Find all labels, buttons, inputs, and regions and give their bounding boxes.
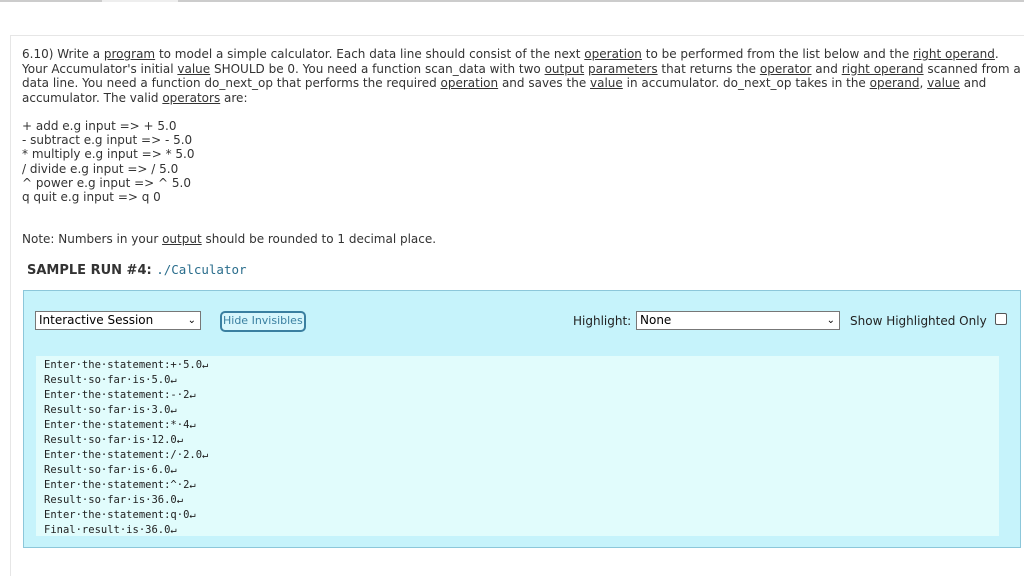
output-line: Result·so·far·is·5.0↵ (44, 374, 177, 386)
question-text-segment: and saves the (498, 76, 591, 90)
top-bar-segment (102, 0, 178, 2)
glossary-link[interactable]: output (545, 62, 585, 76)
glossary-link[interactable]: value (177, 62, 210, 76)
glossary-link[interactable]: operators (162, 91, 220, 105)
question-text-segment: SHOULD be 0. You need a function scan_da… (210, 61, 545, 76)
glossary-link[interactable]: operand (870, 76, 920, 90)
session-select[interactable]: Interactive Session ⌄ (35, 311, 201, 330)
glossary-link[interactable]: operation (584, 47, 642, 61)
note-text-end: should be rounded to 1 decimal place. (201, 232, 437, 246)
operator-item: * multiply e.g input => * 5.0 (22, 147, 195, 162)
question-text-segment: 6.10) Write a (22, 47, 104, 61)
highlight-label: Highlight: (573, 314, 632, 328)
note-text: Note: Numbers in your (22, 232, 163, 246)
output-line: Result·so·far·is·12.0↵ (44, 434, 184, 446)
operator-item: q quit e.g input => q 0 (22, 190, 161, 205)
sample-run-command: ./Calculator (156, 262, 247, 277)
sample-run-label: SAMPLE RUN #4: (27, 263, 157, 278)
session-panel: Interactive Session ⌄ Hide Invisibles Hig… (23, 290, 1021, 548)
output-line: Enter·the·statement:-·2↵ (44, 389, 196, 401)
output-line: Enter·the·statement:^·2↵ (44, 479, 196, 491)
glossary-link[interactable]: operation (441, 76, 499, 90)
question-text-segment: to be performed from the list below and … (641, 47, 914, 61)
glossary-link[interactable]: operator (760, 62, 812, 76)
output-line: Enter·the·statement:/·2.0↵ (44, 449, 209, 461)
glossary-link[interactable]: value (590, 76, 623, 90)
glossary-link[interactable]: value (927, 76, 960, 90)
glossary-link[interactable]: right operand (913, 47, 995, 61)
note: Note: Numbers in your output should be r… (22, 232, 436, 246)
question-text-segment: , (919, 76, 928, 90)
question-text-segment: and (811, 61, 842, 76)
session-select-value: Interactive Session (39, 313, 154, 327)
question-text-segment: that returns the (657, 61, 760, 76)
output-line: Enter·the·statement:*·4↵ (44, 419, 196, 431)
output-line: Enter·the·statement:q·0↵ (44, 509, 196, 521)
output-line: Result·so·far·is·3.0↵ (44, 404, 177, 416)
show-highlighted-only-checkbox[interactable] (995, 313, 1007, 325)
operator-item: / divide e.g input => / 5.0 (22, 161, 179, 176)
output-line: Final·result·is·36.0↵ (44, 524, 177, 536)
question-text-segment: are: (220, 90, 248, 105)
operator-item: - subtract e.g input => - 5.0 (22, 133, 193, 148)
operator-item: ^ power e.g input => ^ 5.0 (22, 175, 191, 190)
glossary-link[interactable]: parameters (588, 62, 658, 76)
question-text-segment: in accumulator. do_next_op takes in the (622, 76, 870, 90)
hide-invisibles-button[interactable]: Hide Invisibles (220, 311, 306, 332)
question-text-segment: to model a simple calculator. Each data … (155, 47, 585, 61)
output-line: Result·so·far·is·6.0↵ (44, 464, 177, 476)
chevron-down-icon: ⌄ (187, 315, 196, 326)
session-output: Enter·the·statement:+·5.0↵ Result·so·far·… (36, 356, 999, 536)
highlight-select-value: None (640, 313, 672, 327)
chevron-down-icon: ⌄ (826, 315, 835, 326)
highlight-select[interactable]: None ⌄ (636, 311, 840, 330)
output-line: Enter·the·statement:+·5.0↵ (44, 359, 209, 371)
note-link[interactable]: output (162, 232, 202, 246)
glossary-link[interactable]: program (104, 47, 155, 61)
show-highlighted-only-label: Show Highlighted Only (850, 314, 987, 328)
operators-list: + add e.g input => + 5.0- subtract e.g i… (22, 119, 194, 204)
glossary-link[interactable]: right operand (842, 62, 924, 76)
output-line: Result·so·far·is·36.0↵ (44, 494, 184, 506)
top-bar (0, 0, 1024, 2)
operator-item: + add e.g input => + 5.0 (22, 119, 177, 133)
question-text: 6.10) Write a program to model a simple … (22, 47, 1022, 105)
sample-run-heading: SAMPLE RUN #4: ./Calculator (27, 262, 247, 278)
